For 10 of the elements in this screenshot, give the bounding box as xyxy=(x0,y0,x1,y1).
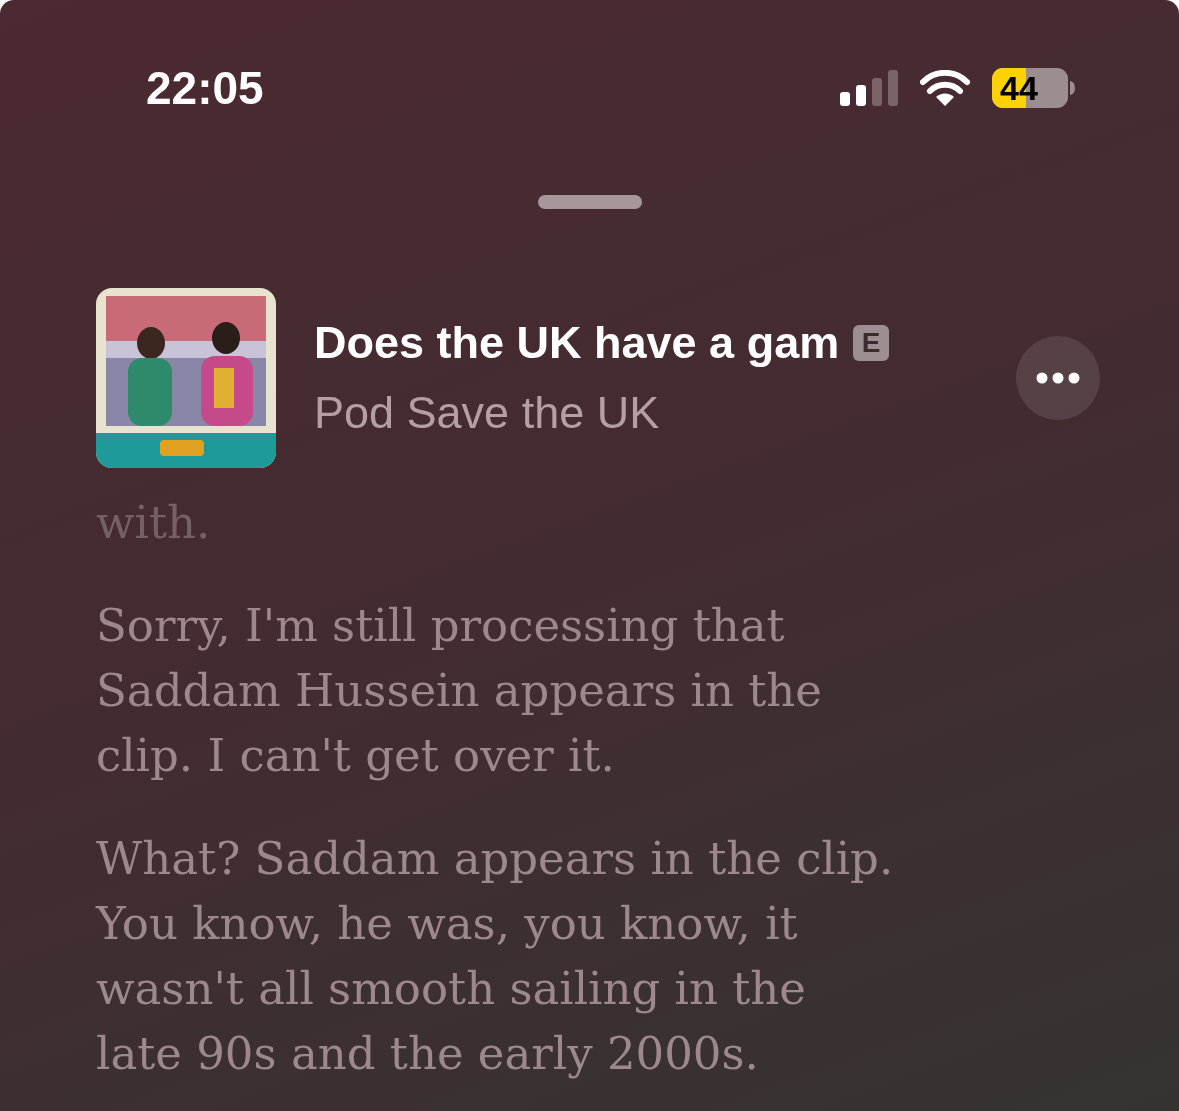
show-name: Pod Save the UK xyxy=(314,386,661,440)
episode-title: Does the UK have a gam xyxy=(314,316,840,370)
transcript-paragraph: What? Saddam appears in the clip. You know, he was, you know, it wasn't all smooth sailing in the late 90s and the early 2000s. xyxy=(96,831,895,1082)
more-icon xyxy=(1036,372,1080,384)
signal-icon xyxy=(840,70,898,106)
wifi-icon xyxy=(920,70,970,106)
sheet-grabber[interactable] xyxy=(537,195,642,209)
status-time: 22:05 xyxy=(146,65,264,111)
explicit-badge: E xyxy=(853,325,890,361)
transcript-paragraph: Sorry, I'm still processing that Saddam Hussein appears in the clip. I can't get over it. xyxy=(96,598,823,784)
